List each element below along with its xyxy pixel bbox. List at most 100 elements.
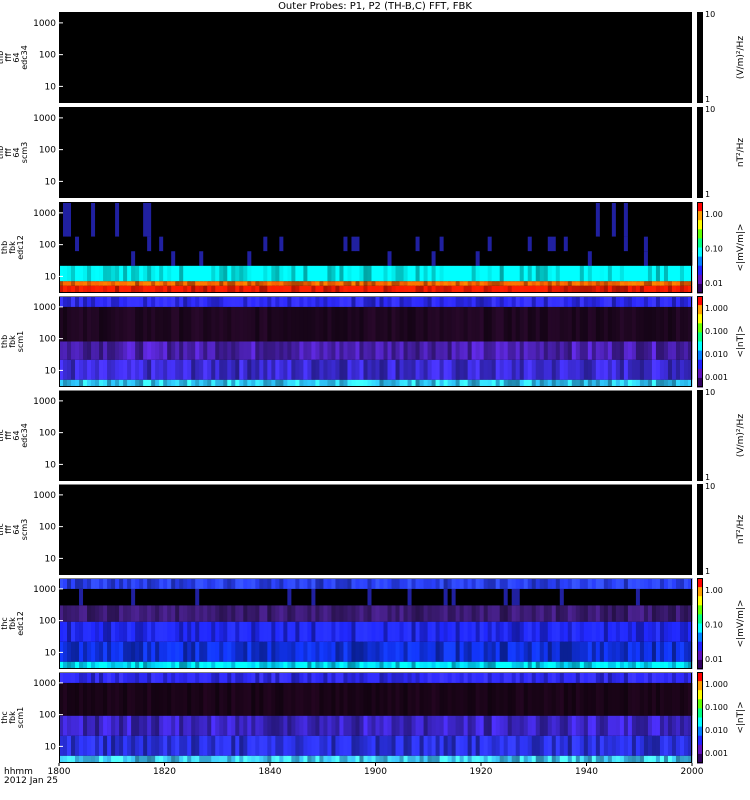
spectrogram-cell bbox=[107, 715, 112, 736]
spectrogram-cell bbox=[231, 735, 236, 756]
spectrogram-cell bbox=[459, 306, 465, 342]
spectrogram-cell bbox=[427, 359, 432, 380]
spectrogram-cell bbox=[91, 588, 96, 606]
spectrogram-cell bbox=[651, 735, 657, 756]
spectrogram-cell bbox=[143, 641, 148, 662]
spectrogram-cell bbox=[643, 296, 649, 307]
spectrogram-cell bbox=[583, 661, 589, 669]
spectrogram-cell bbox=[583, 735, 589, 756]
spectrogram-cell bbox=[459, 755, 465, 763]
spectrogram-cell bbox=[195, 202, 200, 237]
spectrogram-cell bbox=[363, 621, 368, 642]
spectrogram-cell bbox=[155, 605, 160, 622]
spectrogram-cell bbox=[351, 715, 356, 736]
spectrogram-cell bbox=[191, 641, 196, 662]
spectrogram-cell bbox=[299, 202, 304, 237]
spectrogram-cell bbox=[71, 265, 76, 282]
spectrogram-cell bbox=[319, 715, 324, 736]
spectrogram-cell bbox=[211, 661, 216, 669]
spectrogram-cell bbox=[483, 588, 489, 606]
spectrogram-cell bbox=[339, 285, 344, 293]
spectrogram-cell bbox=[123, 735, 128, 756]
spectrogram-cell bbox=[375, 285, 380, 293]
spectrogram-cell bbox=[283, 281, 288, 286]
y-tick-label: 10 bbox=[45, 82, 57, 92]
spectrogram-cell bbox=[75, 379, 80, 387]
spectrogram-cell bbox=[503, 715, 509, 736]
spectrogram-cell bbox=[63, 265, 68, 282]
spectrogram-cell bbox=[231, 265, 236, 282]
spectrogram-cell bbox=[99, 281, 104, 286]
spectrogram-cell bbox=[647, 661, 653, 669]
spectrogram-cell bbox=[219, 755, 224, 763]
spectrogram-cell bbox=[287, 306, 292, 342]
spectrogram-cell bbox=[683, 755, 689, 763]
spectrogram-cell bbox=[375, 578, 380, 589]
spectrogram-cell bbox=[71, 715, 76, 736]
spectrogram-cell bbox=[211, 672, 216, 683]
spectrogram-cell bbox=[151, 682, 156, 716]
spectrogram-cell bbox=[483, 715, 489, 736]
spectrogram-cell bbox=[503, 578, 509, 589]
spectrogram-cell bbox=[147, 661, 152, 669]
spectrogram-cell bbox=[135, 578, 140, 589]
spectrogram-cell bbox=[227, 379, 232, 387]
spectrogram-cell bbox=[367, 296, 372, 307]
spectrogram-cell bbox=[515, 588, 521, 606]
spectrogram-cell bbox=[683, 588, 689, 606]
spectrogram-cell bbox=[659, 341, 665, 360]
spectrogram-cell bbox=[379, 296, 384, 307]
spectrogram-cell bbox=[187, 735, 192, 756]
spectrogram-cell bbox=[415, 715, 420, 736]
spectrogram-cell bbox=[175, 661, 180, 669]
spectrogram-cell bbox=[323, 379, 328, 387]
y-tick-label: 10 bbox=[45, 272, 57, 282]
spectrogram-cell bbox=[271, 672, 276, 683]
spectrogram-cell bbox=[375, 379, 380, 387]
spectrogram-cell bbox=[603, 755, 609, 763]
spectrogram-cell bbox=[647, 236, 653, 252]
spectrogram-cell bbox=[527, 251, 533, 266]
spectrogram-cell bbox=[579, 682, 585, 716]
spectrogram-cell bbox=[183, 588, 188, 606]
spectrogram-cell bbox=[295, 682, 300, 716]
spectrogram-cell bbox=[259, 285, 264, 293]
spectrogram-cell bbox=[127, 281, 132, 286]
spectrogram-cell bbox=[335, 641, 340, 662]
spectrogram-cell bbox=[367, 735, 372, 756]
spectrogram-cell bbox=[367, 281, 372, 286]
panel-separator bbox=[59, 388, 692, 391]
spectrogram-cell bbox=[463, 755, 469, 763]
spectrogram-cell bbox=[123, 715, 128, 736]
spectrogram-cell bbox=[79, 296, 84, 307]
spectrogram-cell bbox=[487, 281, 493, 286]
spectrogram-cell bbox=[343, 306, 348, 342]
spectrogram-cell bbox=[619, 755, 625, 763]
spectrogram-cell bbox=[347, 578, 352, 589]
spectrogram-cell bbox=[215, 682, 220, 716]
spectrogram-cell bbox=[655, 251, 661, 266]
spectrogram-cell bbox=[527, 202, 533, 237]
spectrogram-cell bbox=[195, 755, 200, 763]
spectrogram-cell bbox=[315, 715, 320, 736]
colorbar-tick-label: 0.01 bbox=[705, 655, 723, 664]
spectrogram-cell bbox=[511, 735, 517, 756]
spectrogram-cell bbox=[419, 379, 424, 387]
spectrogram-cell bbox=[343, 281, 348, 286]
spectrogram-cell bbox=[659, 735, 665, 756]
spectrogram-cell bbox=[655, 715, 661, 736]
spectrogram-cell bbox=[495, 296, 501, 307]
y-tick-label: 1000 bbox=[33, 114, 56, 124]
spectrogram-cell bbox=[115, 285, 120, 293]
spectrogram-cell bbox=[283, 236, 288, 252]
spectrogram-cell bbox=[439, 265, 445, 282]
spectrogram-cell bbox=[355, 755, 360, 763]
spectrogram-cell bbox=[123, 236, 128, 252]
spectrogram-cell bbox=[607, 265, 613, 282]
spectrogram-cell bbox=[347, 588, 352, 606]
spectrogram-cell bbox=[603, 588, 609, 606]
spectrogram-cell bbox=[671, 588, 677, 606]
spectrogram-cell bbox=[623, 672, 629, 683]
spectrogram-cell bbox=[127, 265, 132, 282]
spectrogram-cell bbox=[199, 588, 204, 606]
